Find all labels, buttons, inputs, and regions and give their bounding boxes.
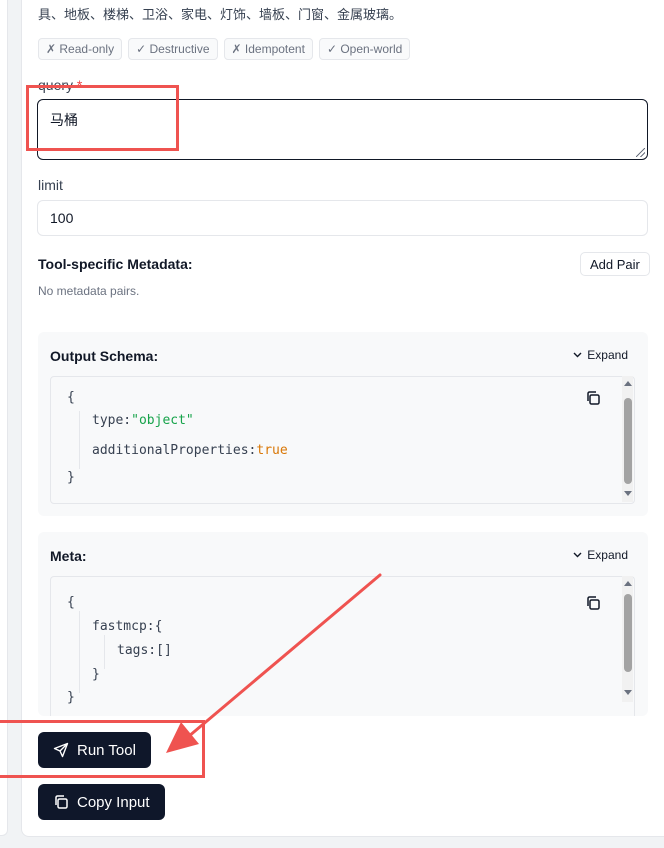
- annotation-arrow-icon: [166, 573, 382, 753]
